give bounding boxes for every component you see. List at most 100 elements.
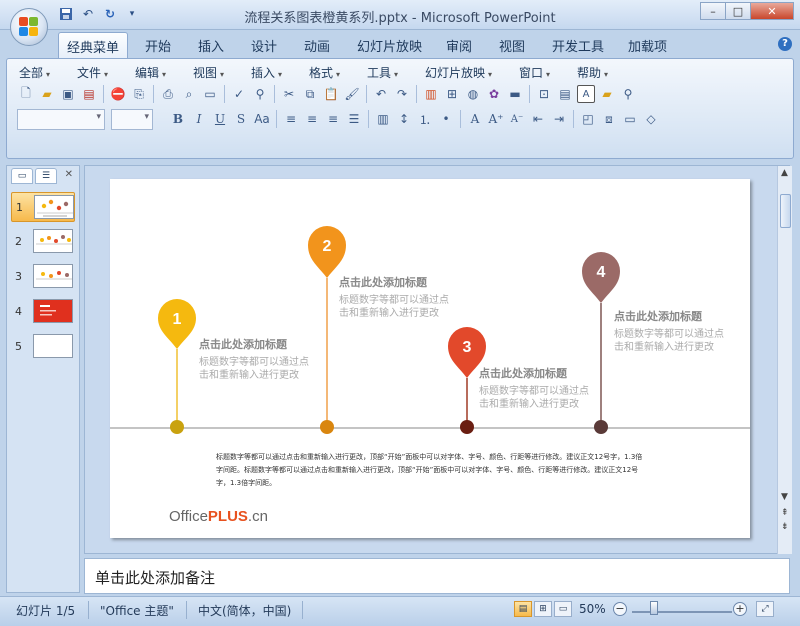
italic-button[interactable]: I xyxy=(190,110,208,128)
research-icon[interactable]: ⚲ xyxy=(251,85,269,103)
menu-file[interactable]: 文件 ▾ xyxy=(77,64,108,81)
slide-thumbnail[interactable]: 1 xyxy=(11,192,75,222)
shrink-font-icon[interactable]: A⁻ xyxy=(508,110,526,128)
office-button[interactable] xyxy=(10,8,48,46)
open-icon[interactable]: ▰ xyxy=(38,85,56,103)
new-icon[interactable]: 🗋 xyxy=(17,85,35,103)
body-paragraph[interactable]: 标题数字等都可以通过点击和重新输入进行更改，顶部“开始”面板中可以对字体、字号、… xyxy=(216,451,644,490)
normal-view-button[interactable]: ▤ xyxy=(514,601,532,617)
scroll-up-icon[interactable]: ▲ xyxy=(781,168,788,178)
zoom-level[interactable]: 50% xyxy=(579,602,606,616)
fit-to-window-button[interactable]: ⤢ xyxy=(756,601,774,617)
tab-slideshow[interactable]: 幻灯片放映 xyxy=(357,36,422,55)
scroll-down-icon[interactable]: ▼ xyxy=(781,492,788,502)
menu-edit[interactable]: 编辑 ▾ xyxy=(135,64,166,81)
tab-classic-menu[interactable]: 经典菜单 xyxy=(58,32,129,60)
tab-review[interactable]: 审阅 xyxy=(446,36,472,55)
slides-tab[interactable]: ▭ xyxy=(11,168,33,184)
format-painter-icon[interactable]: 🖌 xyxy=(343,85,361,103)
close-pane-icon[interactable]: ✕ xyxy=(65,169,73,180)
scroll-thumb[interactable] xyxy=(780,194,791,228)
slide-thumbnail[interactable]: 4 xyxy=(11,297,75,327)
tab-insert[interactable]: 插入 xyxy=(198,36,224,55)
maximize-button[interactable]: □ xyxy=(725,2,751,20)
chart-icon[interactable]: ▥ xyxy=(422,85,440,103)
notes-pane[interactable]: 单击此处添加备注 xyxy=(84,558,790,594)
menu-insert[interactable]: 插入 ▾ xyxy=(251,64,282,81)
print-icon[interactable]: ⎙ xyxy=(159,85,177,103)
align-left-icon[interactable]: ≡ xyxy=(282,110,300,128)
text-block-4[interactable]: 点击此处添加标题 标题数字等都可以通过点击和重新输入进行更改 xyxy=(614,308,726,354)
justify-icon[interactable]: ☰ xyxy=(345,110,363,128)
text-block-2[interactable]: 点击此处添加标题 标题数字等都可以通过点击和重新输入进行更改 xyxy=(339,274,451,320)
paste-icon[interactable]: 📋 xyxy=(322,85,340,103)
print-preview-icon[interactable]: ⌕ xyxy=(180,85,198,103)
char-spacing-icon[interactable]: Aa xyxy=(253,110,271,128)
numbering-icon[interactable]: ⒈ xyxy=(416,110,434,128)
attach-icon[interactable]: ⎘ xyxy=(130,85,148,103)
slide-sorter-button[interactable]: ⊞ xyxy=(534,601,552,617)
redo-icon[interactable]: ↷ xyxy=(393,85,411,103)
font-size-select[interactable] xyxy=(111,109,153,130)
textbox-icon[interactable]: A xyxy=(577,85,595,103)
theme-name[interactable]: "Office 主题" xyxy=(100,602,174,619)
bullets-icon[interactable]: • xyxy=(437,110,455,128)
bold-button[interactable]: B xyxy=(169,110,187,128)
line-spacing-icon[interactable]: ↕ xyxy=(395,110,413,128)
text-block-1[interactable]: 点击此处添加标题 标题数字等都可以通过点击和重新输入进行更改 xyxy=(199,336,311,382)
slide-thumbnail[interactable]: 5 xyxy=(11,332,75,362)
undo-icon[interactable]: ↶ xyxy=(372,85,390,103)
zoom-out-button[interactable]: − xyxy=(613,602,627,616)
font-color-button[interactable]: A xyxy=(466,110,484,128)
menu-slideshow[interactable]: 幻灯片放映 ▾ xyxy=(425,64,492,81)
tab-addins[interactable]: 加载项 xyxy=(628,36,667,55)
minimize-button[interactable]: – xyxy=(700,2,726,20)
increase-indent-icon[interactable]: ⇥ xyxy=(550,110,568,128)
spelling-icon[interactable]: ✓ xyxy=(230,85,248,103)
align-center-icon[interactable]: ≡ xyxy=(303,110,321,128)
slide-canvas[interactable]: 1 2 3 4 点击此处添加标题 标题数字等都可以通过点击和重新输入进行更改 点… xyxy=(110,179,750,538)
font-name-select[interactable] xyxy=(17,109,105,130)
layout-icon[interactable]: ▤ xyxy=(556,85,574,103)
permission-icon[interactable]: ⛔ xyxy=(109,85,127,103)
slide-thumbnail[interactable]: 3 xyxy=(11,262,75,292)
tab-animation[interactable]: 动画 xyxy=(304,36,330,55)
tab-design[interactable]: 设计 xyxy=(251,36,277,55)
menu-view[interactable]: 视图 ▾ xyxy=(193,64,224,81)
slide-thumbnail[interactable]: 2 xyxy=(11,227,75,257)
slideshow-button[interactable]: ▭ xyxy=(554,601,572,617)
tab-home[interactable]: 开始 xyxy=(145,36,171,55)
shapes-icon[interactable]: ◰ xyxy=(579,110,597,128)
grow-font-icon[interactable]: A⁺ xyxy=(487,110,505,128)
line-color-icon[interactable]: ▬ xyxy=(506,85,524,103)
new-slide-icon[interactable]: ⊡ xyxy=(535,85,553,103)
picture-icon[interactable]: ✿ xyxy=(485,85,503,103)
outline-tab[interactable]: ☰ xyxy=(35,168,57,184)
language-indicator[interactable]: 中文(简体，中国) xyxy=(198,602,291,619)
vertical-scrollbar[interactable]: ▲ ▼ ⇞ ⇟ xyxy=(777,166,792,554)
cut-icon[interactable]: ✂ xyxy=(280,85,298,103)
table-icon[interactable]: ⊞ xyxy=(443,85,461,103)
zoom-in-button[interactable]: + xyxy=(733,602,747,616)
columns-icon[interactable]: ▥ xyxy=(374,110,392,128)
slide-view-icon[interactable]: ▭ xyxy=(201,85,219,103)
prev-slide-icon[interactable]: ⇞ xyxy=(781,508,789,518)
zoom-slider-track[interactable] xyxy=(632,611,732,613)
find-icon[interactable]: ⚲ xyxy=(619,85,637,103)
quick-styles-icon[interactable]: ▭ xyxy=(621,110,639,128)
clipart-icon[interactable]: ◍ xyxy=(464,85,482,103)
menu-window[interactable]: 窗口 ▾ xyxy=(519,64,550,81)
save-icon[interactable]: ▣ xyxy=(59,85,77,103)
arrange-icon[interactable]: ⧈ xyxy=(600,110,618,128)
text-block-3[interactable]: 点击此处添加标题 标题数字等都可以通过点击和重新输入进行更改 xyxy=(479,365,591,411)
menu-help[interactable]: 帮助 ▾ xyxy=(577,64,608,81)
folder-icon[interactable]: ▰ xyxy=(598,85,616,103)
zoom-slider-thumb[interactable] xyxy=(650,601,658,615)
next-slide-icon[interactable]: ⇟ xyxy=(781,522,789,532)
underline-button[interactable]: U xyxy=(211,110,229,128)
tab-view[interactable]: 视图 xyxy=(499,36,525,55)
menu-tools[interactable]: 工具 ▾ xyxy=(367,64,398,81)
help-icon[interactable]: ? xyxy=(778,37,792,51)
menu-format[interactable]: 格式 ▾ xyxy=(309,64,340,81)
align-right-icon[interactable]: ≡ xyxy=(324,110,342,128)
